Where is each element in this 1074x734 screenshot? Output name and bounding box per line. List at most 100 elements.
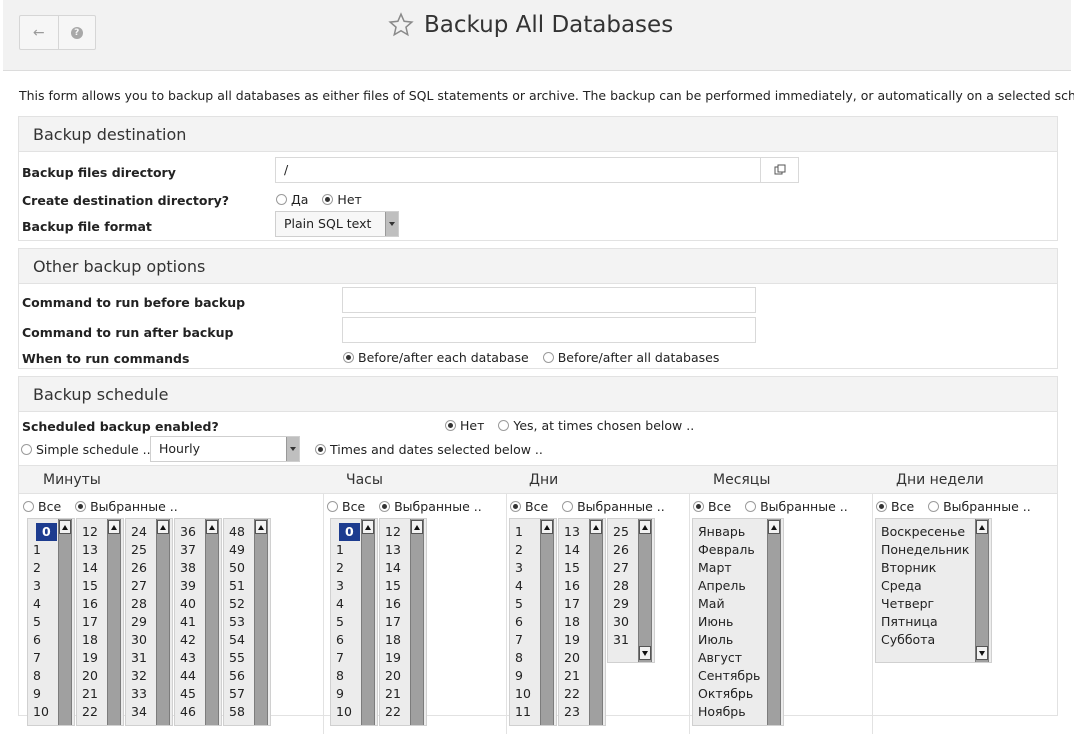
scroll-up-icon[interactable]: [255, 520, 267, 534]
list-item[interactable]: Июль: [693, 631, 760, 649]
list-item[interactable]: 7: [28, 649, 57, 667]
list-item[interactable]: Вторник: [876, 559, 969, 577]
minutes-listbox[interactable]: 12 13 14 15 16 17 18 19 20 21 22: [76, 518, 124, 726]
days-listbox[interactable]: 13 14 15 16 17 18 19 20 21 22 23: [558, 518, 606, 726]
list-item[interactable]: 20: [380, 667, 401, 685]
weekdays-selected-radio[interactable]: [928, 501, 940, 512]
list-item[interactable]: 42: [175, 631, 196, 649]
list-item[interactable]: 6: [28, 631, 57, 649]
list-item[interactable]: 28: [608, 577, 629, 595]
scroll-up-icon[interactable]: [768, 520, 780, 534]
list-item[interactable]: 5: [28, 613, 57, 631]
list-item[interactable]: 17: [559, 595, 580, 613]
months-selected-radio[interactable]: [745, 501, 757, 512]
list-item[interactable]: 21: [77, 685, 98, 703]
scroll-up-icon[interactable]: [206, 520, 218, 534]
list-item[interactable]: 31: [126, 649, 147, 667]
scroll-up-icon[interactable]: [639, 520, 651, 534]
scrollbar[interactable]: [107, 519, 121, 725]
scroll-up-icon[interactable]: [411, 520, 423, 534]
list-item[interactable]: 4: [331, 595, 360, 613]
list-item[interactable]: 30: [608, 613, 629, 631]
list-item[interactable]: 48: [224, 523, 245, 541]
list-item[interactable]: 3: [510, 559, 531, 577]
list-item[interactable]: 1: [510, 523, 531, 541]
list-item[interactable]: 20: [77, 667, 98, 685]
list-item[interactable]: 22: [77, 703, 98, 721]
scrollbar[interactable]: [589, 519, 603, 725]
list-item[interactable]: 9: [331, 685, 360, 703]
list-item[interactable]: 15: [380, 577, 401, 595]
list-item[interactable]: 26: [126, 559, 147, 577]
list-item[interactable]: 17: [77, 613, 98, 631]
list-item[interactable]: 45: [175, 685, 196, 703]
minutes-all-radio[interactable]: [23, 501, 34, 512]
scrollbar[interactable]: [540, 519, 554, 725]
weekdays-all-radio[interactable]: [876, 501, 887, 512]
scrollbar[interactable]: [254, 519, 268, 725]
list-item[interactable]: 5: [331, 613, 360, 631]
list-item[interactable]: 2: [510, 541, 531, 559]
list-item[interactable]: 19: [77, 649, 98, 667]
list-item[interactable]: 17: [380, 613, 401, 631]
list-item[interactable]: 50: [224, 559, 245, 577]
list-item[interactable]: Четверг: [876, 595, 969, 613]
list-item[interactable]: Март: [693, 559, 760, 577]
list-item[interactable]: 32: [126, 667, 147, 685]
list-item[interactable]: 36: [175, 523, 196, 541]
times-selected-radio[interactable]: [315, 444, 326, 455]
list-item[interactable]: Февраль: [693, 541, 760, 559]
list-item[interactable]: 46: [175, 703, 196, 721]
scroll-up-icon[interactable]: [59, 520, 71, 534]
hours-listbox[interactable]: 0 1 2 3 4 5 6 7 8 9 10: [330, 518, 378, 726]
minutes-listbox[interactable]: 36 37 38 39 40 41 42 43 44 45 46: [174, 518, 222, 726]
list-item[interactable]: 57: [224, 685, 245, 703]
list-item[interactable]: 26: [608, 541, 629, 559]
scrollbar[interactable]: [410, 519, 424, 725]
minutes-listbox[interactable]: 48 49 50 51 52 53 54 55 56 57 58: [223, 518, 271, 726]
scroll-up-icon[interactable]: [157, 520, 169, 534]
list-item[interactable]: 16: [559, 577, 580, 595]
scrollbar[interactable]: [975, 519, 989, 662]
list-item[interactable]: 29: [608, 595, 629, 613]
file-chooser-button[interactable]: [760, 157, 799, 183]
list-item[interactable]: 25: [608, 523, 629, 541]
list-item[interactable]: 15: [77, 577, 98, 595]
list-item[interactable]: 2: [331, 559, 360, 577]
hours-all-radio[interactable]: [327, 501, 338, 512]
simple-schedule-select[interactable]: Hourly: [150, 436, 300, 462]
schedule-enabled-radio[interactable]: [498, 420, 510, 431]
list-item[interactable]: 33: [126, 685, 147, 703]
list-item[interactable]: 49: [224, 541, 245, 559]
list-item[interactable]: 16: [77, 595, 98, 613]
list-item[interactable]: 7: [331, 649, 360, 667]
list-item[interactable]: 4: [28, 595, 57, 613]
after-command-input[interactable]: [342, 317, 756, 343]
list-item[interactable]: 13: [77, 541, 98, 559]
list-item[interactable]: 3: [331, 577, 360, 595]
scrollbar[interactable]: [205, 519, 219, 725]
backup-format-select[interactable]: Plain SQL text: [275, 211, 399, 237]
scroll-up-icon[interactable]: [541, 520, 553, 534]
list-item[interactable]: 11: [510, 703, 531, 721]
minutes-listbox[interactable]: 0 1 2 3 4 5 6 7 8 9 10: [27, 518, 75, 726]
simple-schedule-radio[interactable]: [21, 444, 32, 455]
list-item[interactable]: 13: [380, 541, 401, 559]
list-item[interactable]: Сентябрь: [693, 667, 760, 685]
list-item[interactable]: 10: [28, 703, 57, 721]
list-item[interactable]: 54: [224, 631, 245, 649]
scrollbar[interactable]: [58, 519, 72, 725]
list-item[interactable]: 39: [175, 577, 196, 595]
list-item[interactable]: 24: [126, 523, 147, 541]
list-item[interactable]: 21: [380, 685, 401, 703]
days-listbox[interactable]: 25 26 27 28 29 30 31: [607, 518, 655, 663]
list-item[interactable]: Суббота: [876, 631, 969, 649]
before-command-input[interactable]: [342, 287, 756, 313]
list-item[interactable]: 13: [559, 523, 580, 541]
list-item[interactable]: 7: [510, 631, 531, 649]
scroll-up-icon[interactable]: [108, 520, 120, 534]
hours-listbox[interactable]: 12 13 14 15 16 17 18 19 20 21 22: [379, 518, 427, 726]
list-item[interactable]: 52: [224, 595, 245, 613]
list-item[interactable]: 21: [559, 667, 580, 685]
list-item[interactable]: 22: [559, 685, 580, 703]
